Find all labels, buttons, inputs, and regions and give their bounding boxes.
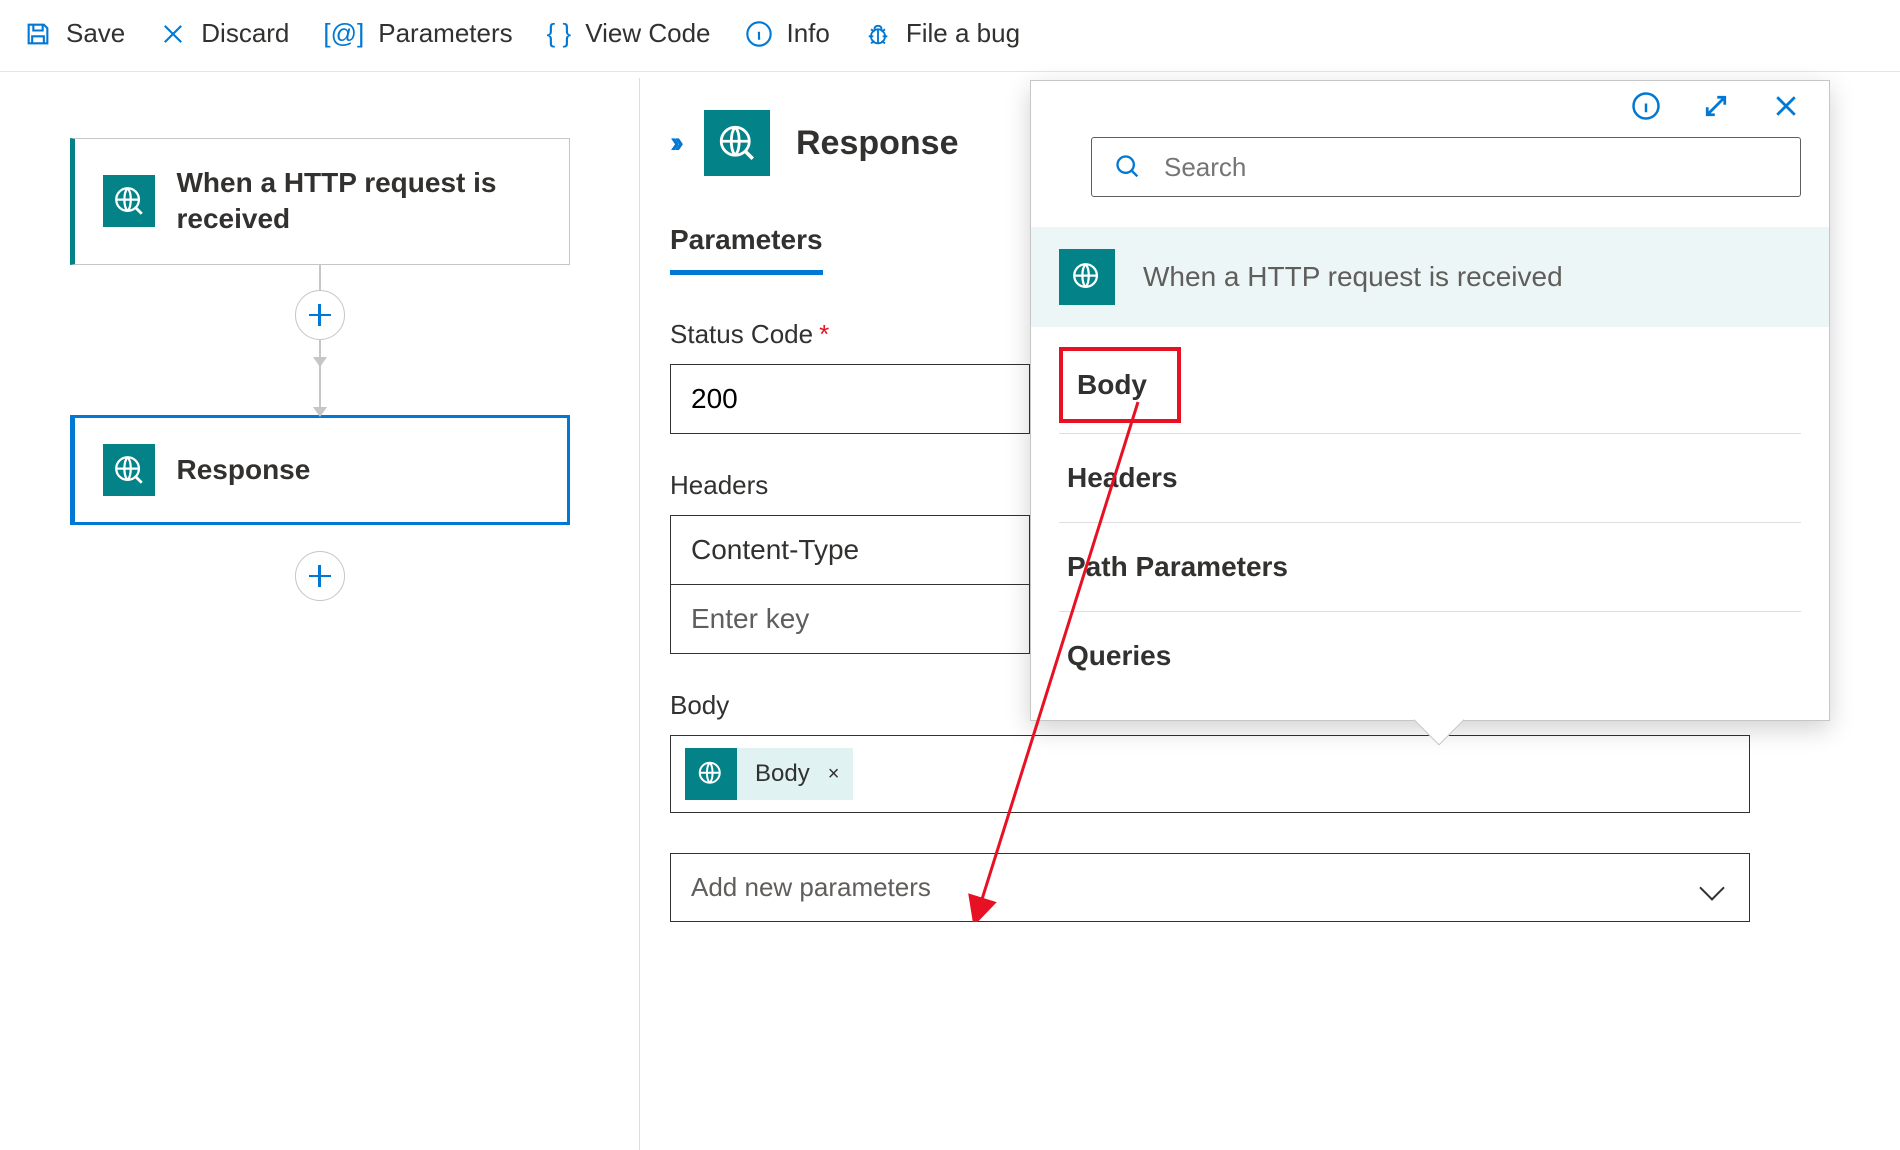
info-icon bbox=[745, 20, 773, 48]
add-step-button[interactable] bbox=[295, 551, 345, 601]
trigger-node[interactable]: When a HTTP request is received bbox=[70, 138, 570, 265]
close-icon bbox=[159, 20, 187, 48]
connector bbox=[319, 365, 321, 415]
http-icon bbox=[103, 175, 155, 227]
toolbar: Save Discard [@] Parameters { } View Cod… bbox=[0, 0, 1900, 72]
discard-label: Discard bbox=[201, 18, 289, 49]
header-key-input-empty[interactable]: Enter key bbox=[670, 585, 1030, 654]
viewcode-label: View Code bbox=[585, 18, 710, 49]
viewcode-button[interactable]: { } View Code bbox=[547, 18, 711, 49]
save-icon bbox=[24, 20, 52, 48]
close-icon[interactable] bbox=[1771, 91, 1801, 121]
chevron-down-icon bbox=[1699, 875, 1724, 900]
popup-item-body[interactable]: Body bbox=[1059, 347, 1181, 423]
bug-button[interactable]: File a bug bbox=[864, 18, 1020, 49]
add-parameters-label: Add new parameters bbox=[691, 872, 931, 903]
http-icon bbox=[103, 444, 155, 496]
http-icon bbox=[704, 110, 770, 176]
discard-button[interactable]: Discard bbox=[159, 18, 289, 49]
status-code-input[interactable] bbox=[670, 364, 1030, 434]
action-node-response[interactable]: Response bbox=[70, 415, 570, 525]
parameters-label: Parameters bbox=[378, 18, 512, 49]
action-label: Response bbox=[177, 452, 311, 488]
search-input[interactable] bbox=[1162, 151, 1778, 184]
header-key-input[interactable]: Content-Type bbox=[670, 515, 1030, 585]
expand-icon[interactable] bbox=[1701, 91, 1731, 121]
dynamic-content-popup: When a HTTP request is received Body Hea… bbox=[1030, 80, 1830, 721]
info-button[interactable]: Info bbox=[745, 18, 830, 49]
panel-title: Response bbox=[796, 124, 959, 163]
popup-source-label: When a HTTP request is received bbox=[1143, 261, 1563, 293]
popup-item-path-parameters[interactable]: Path Parameters bbox=[1059, 523, 1801, 612]
info-icon[interactable] bbox=[1631, 91, 1661, 121]
tab-parameters[interactable]: Parameters bbox=[670, 224, 823, 275]
bug-label: File a bug bbox=[906, 18, 1020, 49]
collapse-button[interactable]: ›› bbox=[670, 126, 678, 160]
trigger-label: When a HTTP request is received bbox=[177, 165, 541, 238]
search-icon bbox=[1114, 153, 1142, 181]
token-label: Body bbox=[737, 760, 828, 788]
parameters-button[interactable]: [@] Parameters bbox=[323, 18, 512, 49]
workflow-canvas: When a HTTP request is received Response bbox=[0, 78, 640, 1150]
search-box[interactable] bbox=[1091, 137, 1801, 197]
http-icon bbox=[685, 748, 737, 800]
popup-source-header: When a HTTP request is received bbox=[1031, 227, 1829, 327]
popup-item-headers[interactable]: Headers bbox=[1059, 434, 1801, 523]
body-input[interactable]: Body × bbox=[670, 735, 1750, 813]
bug-icon bbox=[864, 20, 892, 48]
save-label: Save bbox=[66, 18, 125, 49]
info-label: Info bbox=[787, 18, 830, 49]
parameters-icon: [@] bbox=[323, 18, 364, 49]
braces-icon: { } bbox=[547, 18, 572, 49]
add-step-button[interactable] bbox=[295, 290, 345, 340]
add-parameters-dropdown[interactable]: Add new parameters bbox=[670, 853, 1750, 922]
token-remove-button[interactable]: × bbox=[828, 763, 854, 786]
http-icon bbox=[1059, 249, 1115, 305]
save-button[interactable]: Save bbox=[24, 18, 125, 49]
popup-item-queries[interactable]: Queries bbox=[1059, 612, 1801, 700]
body-token[interactable]: Body × bbox=[685, 748, 853, 800]
